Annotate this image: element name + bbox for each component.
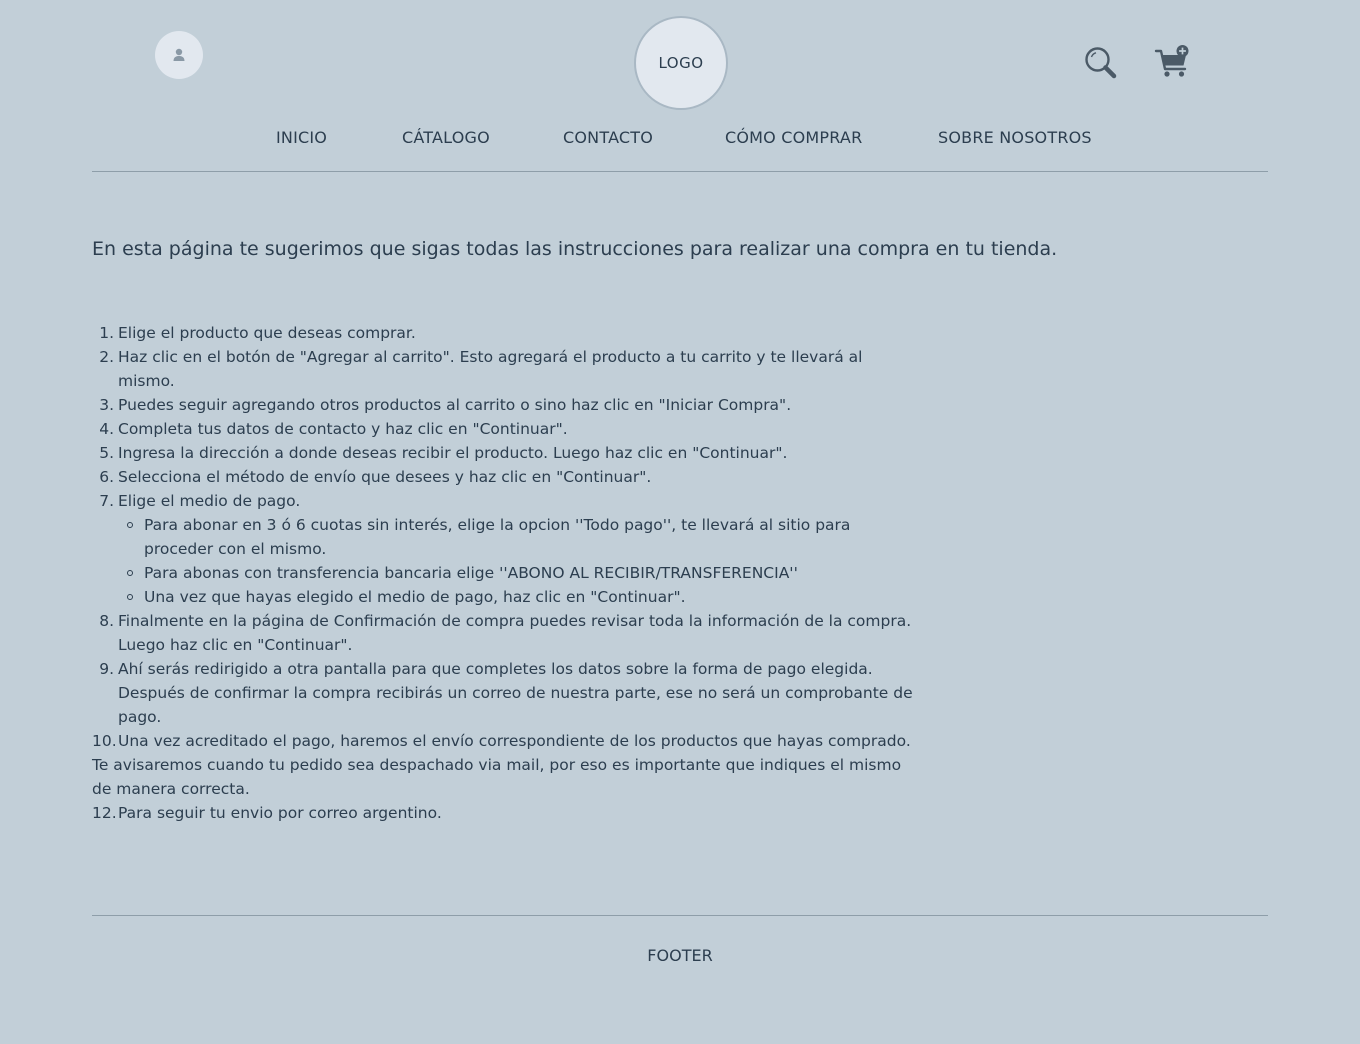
header-divider xyxy=(92,171,1268,172)
bullet-text: Una vez que hayas elegido el medio de pa… xyxy=(144,588,686,606)
nav-item-inicio[interactable]: INICIO xyxy=(276,128,327,147)
user-icon xyxy=(173,48,185,61)
list-item: 1. Elige el producto que deseas comprar. xyxy=(92,321,922,345)
list-item: 8. Finalmente en la página de Confirmaci… xyxy=(92,609,922,657)
step-text: Completa tus datos de contacto y haz cli… xyxy=(118,420,568,438)
logo-text: LOGO xyxy=(658,54,704,72)
bullet-icon xyxy=(127,570,133,576)
nav-item-como-comprar[interactable]: CÓMO COMPRAR xyxy=(725,128,862,147)
step-text: Una vez acreditado el pago, haremos el e… xyxy=(118,732,911,750)
logo[interactable]: LOGO xyxy=(634,16,728,110)
payment-bullet-item: Para abonas con transferencia bancaria e… xyxy=(92,561,922,585)
nav-item-contacto[interactable]: CONTACTO xyxy=(563,128,653,147)
list-item: 5. Ingresa la dirección a donde deseas r… xyxy=(92,441,922,465)
step-number: 6. xyxy=(99,468,114,486)
footer: FOOTER xyxy=(0,946,1360,965)
bullet-icon xyxy=(127,522,133,528)
step-number: 5. xyxy=(99,444,114,462)
list-item: 12. Para seguir tu envio por correo arge… xyxy=(92,801,922,825)
footer-text: FOOTER xyxy=(647,946,713,965)
payment-bullet-item: Para abonar en 3 ó 6 cuotas sin interés,… xyxy=(92,513,922,561)
step-number: 2. xyxy=(99,348,114,366)
step-text: Haz clic en el botón de "Agregar al carr… xyxy=(118,348,863,390)
step-number: 10. xyxy=(92,732,117,750)
purchase-steps-list: 1. Elige el producto que deseas comprar.… xyxy=(92,321,922,825)
step-text: Ingresa la dirección a donde deseas reci… xyxy=(118,444,788,462)
payment-bullet-item: Una vez que hayas elegido el medio de pa… xyxy=(92,585,922,609)
list-item: 6. Selecciona el método de envío que des… xyxy=(92,465,922,489)
bullet-text: Para abonas con transferencia bancaria e… xyxy=(144,564,798,582)
step-text: Elige el medio de pago. xyxy=(118,492,301,510)
cart-button[interactable] xyxy=(1154,44,1192,80)
cart-icon xyxy=(1154,45,1189,77)
list-item: 2. Haz clic en el botón de "Agregar al c… xyxy=(92,345,922,393)
user-account-button[interactable] xyxy=(155,31,203,79)
step-text: Elige el producto que deseas comprar. xyxy=(118,324,416,342)
footer-divider xyxy=(92,915,1268,916)
step-number: 7. xyxy=(99,492,114,510)
step-number: 1. xyxy=(99,324,114,342)
nav-item-sobre-nosotros[interactable]: SOBRE NOSOTROS xyxy=(938,128,1092,147)
step-text: Finalmente en la página de Confirmación … xyxy=(118,612,912,654)
bullet-text: Para abonar en 3 ó 6 cuotas sin interés,… xyxy=(144,516,851,558)
step-text: Selecciona el método de envío que desees… xyxy=(118,468,652,486)
list-item: 7. Elige el medio de pago. xyxy=(92,489,922,513)
list-item: 3. Puedes seguir agregando otros product… xyxy=(92,393,922,417)
step-number: 12. xyxy=(92,804,117,822)
step-text: Para seguir tu envio por correo argentin… xyxy=(118,804,442,822)
search-icon xyxy=(1085,47,1117,79)
step-number: 8. xyxy=(99,612,114,630)
list-item: 9. Ahí serás redirigido a otra pantalla … xyxy=(92,657,922,729)
step-number: 9. xyxy=(99,660,114,678)
main-nav: INICIO CÁTALOGO CONTACTO CÓMO COMPRAR SO… xyxy=(0,128,1360,150)
step-text: Ahí serás redirigido a otra pantalla par… xyxy=(118,660,913,726)
step-text: Puedes seguir agregando otros productos … xyxy=(118,396,792,414)
nav-item-catalogo[interactable]: CÁTALOGO xyxy=(402,128,490,147)
page: LOGO INICIO CÁTALOGO CONTACTO CÓMO COMPR… xyxy=(0,0,1360,1044)
intro-text: En esta página te sugerimos que sigas to… xyxy=(92,238,1058,260)
bullet-icon xyxy=(127,594,133,600)
list-item: 4. Completa tus datos de contacto y haz … xyxy=(92,417,922,441)
search-button[interactable] xyxy=(1083,45,1119,81)
list-item: 10. Una vez acreditado el pago, haremos … xyxy=(92,729,922,753)
step-number: 4. xyxy=(99,420,114,438)
shipping-note: Te avisaremos cuando tu pedido sea despa… xyxy=(92,756,902,798)
step-number: 3. xyxy=(99,396,114,414)
